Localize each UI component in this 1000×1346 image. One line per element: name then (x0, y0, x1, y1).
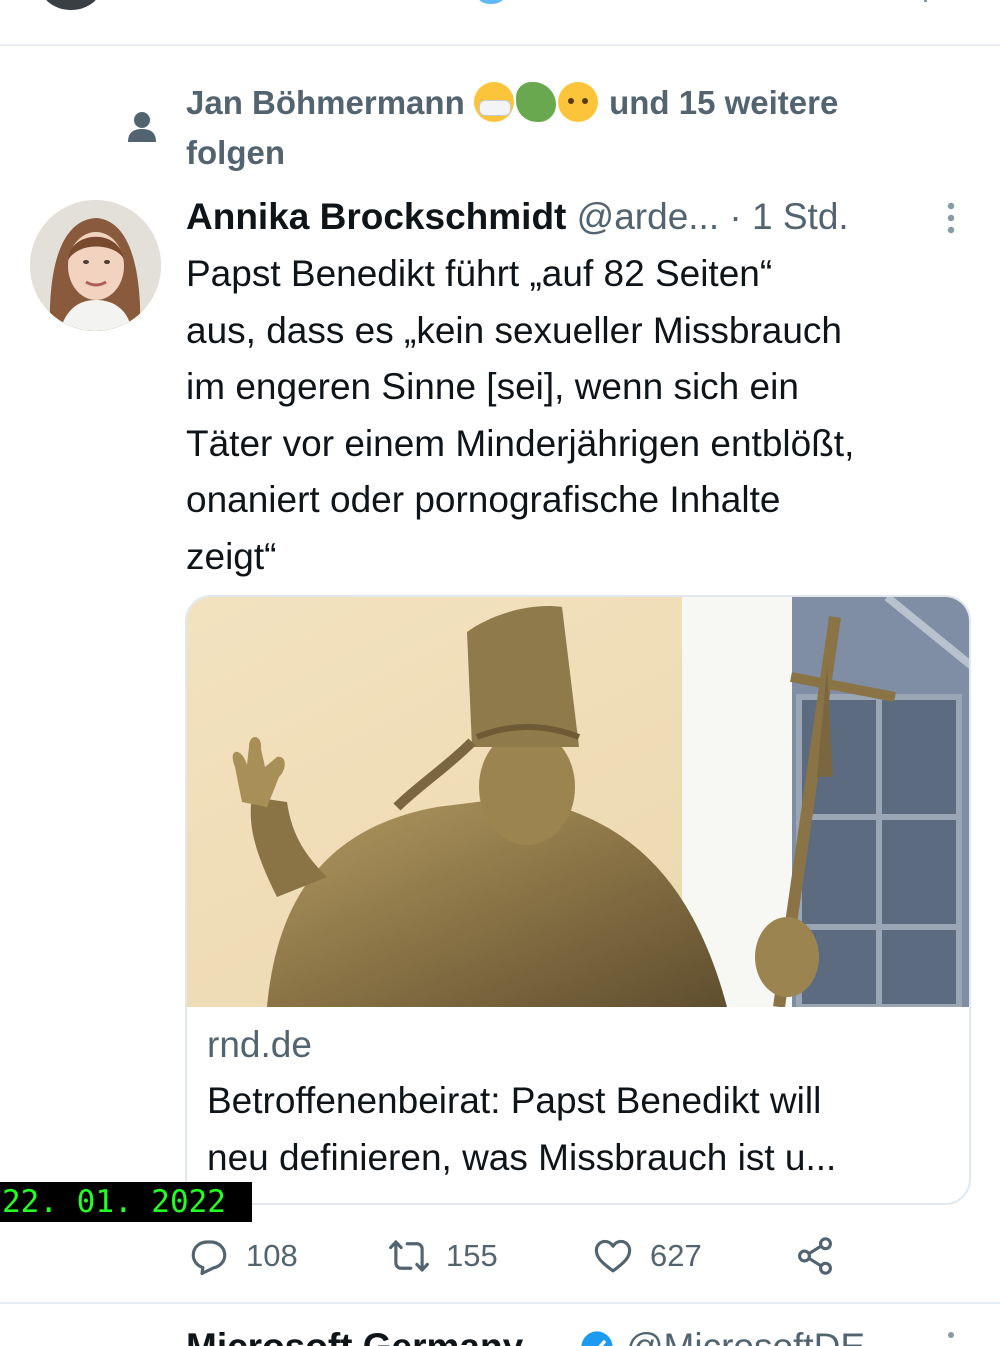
tweet-divider (0, 1302, 1000, 1304)
like-count: 627 (650, 1238, 702, 1273)
face-with-medical-mask-icon (473, 82, 514, 122)
retweet-count: 155 (446, 1238, 498, 1273)
share-button[interactable] (794, 1230, 852, 1282)
card-meta: rnd.de Betroffenenbeirat: Papst Benedikt… (207, 1017, 947, 1186)
tweet-text: Papst Benedikt führt „auf 82 Seiten“ aus… (186, 253, 855, 577)
verified-badge-icon (581, 1331, 613, 1346)
next-author-handle[interactable]: @MicrosoftDE (626, 1326, 865, 1346)
tweet-actions: 108 155 627 (0, 1230, 1000, 1282)
reply-button[interactable]: 108 (188, 1230, 298, 1282)
author-name[interactable]: Annika Brockschmidt (186, 196, 566, 237)
social-context-name[interactable]: Jan Böhmermann (186, 84, 465, 121)
retweet-button[interactable]: 155 (388, 1230, 498, 1282)
date-stamp: 22. 01. 2022 (0, 1182, 252, 1222)
author-handle[interactable]: @arde... (577, 196, 719, 237)
more-options-icon[interactable] (942, 200, 960, 236)
header-separator: · (729, 196, 742, 237)
previous-icon (478, 0, 504, 4)
tweet-header: Annika Brockschmidt @arde... · 1 Std. (186, 192, 926, 244)
social-context: Jan Böhmermann und 15 weitere folgen (0, 70, 1000, 180)
social-context-text[interactable]: Jan Böhmermann und 15 weitere folgen (186, 78, 926, 178)
tweet-time[interactable]: 1 Std. (752, 196, 849, 237)
person-icon (128, 112, 156, 142)
previous-tweet-strip (0, 0, 1000, 46)
reply-count: 108 (246, 1238, 298, 1273)
like-button[interactable]: 627 (592, 1230, 702, 1282)
link-card[interactable]: rnd.de Betroffenenbeirat: Papst Benedikt… (185, 595, 971, 1205)
card-domain: rnd.de (207, 1024, 312, 1065)
social-context-suffix: und 15 weitere (609, 84, 839, 121)
microbe-icon (515, 82, 556, 122)
previous-avatar[interactable] (40, 0, 102, 10)
reply-icon (191, 1240, 227, 1276)
previous-share-icon[interactable] (924, 0, 927, 2)
next-more-options-icon[interactable] (948, 1332, 954, 1338)
retweet-icon (389, 1240, 429, 1272)
face-with-raised-eyebrow-icon (557, 82, 598, 122)
card-image (187, 597, 969, 1007)
next-author-name[interactable]: Microsoft Germany (186, 1326, 523, 1346)
card-title: Betroffenenbeirat: Papst Benedikt will n… (207, 1080, 837, 1178)
social-context-line2: folgen (186, 134, 285, 171)
heart-icon (594, 1239, 632, 1273)
share-icon (798, 1237, 832, 1275)
author-avatar[interactable] (30, 200, 161, 331)
